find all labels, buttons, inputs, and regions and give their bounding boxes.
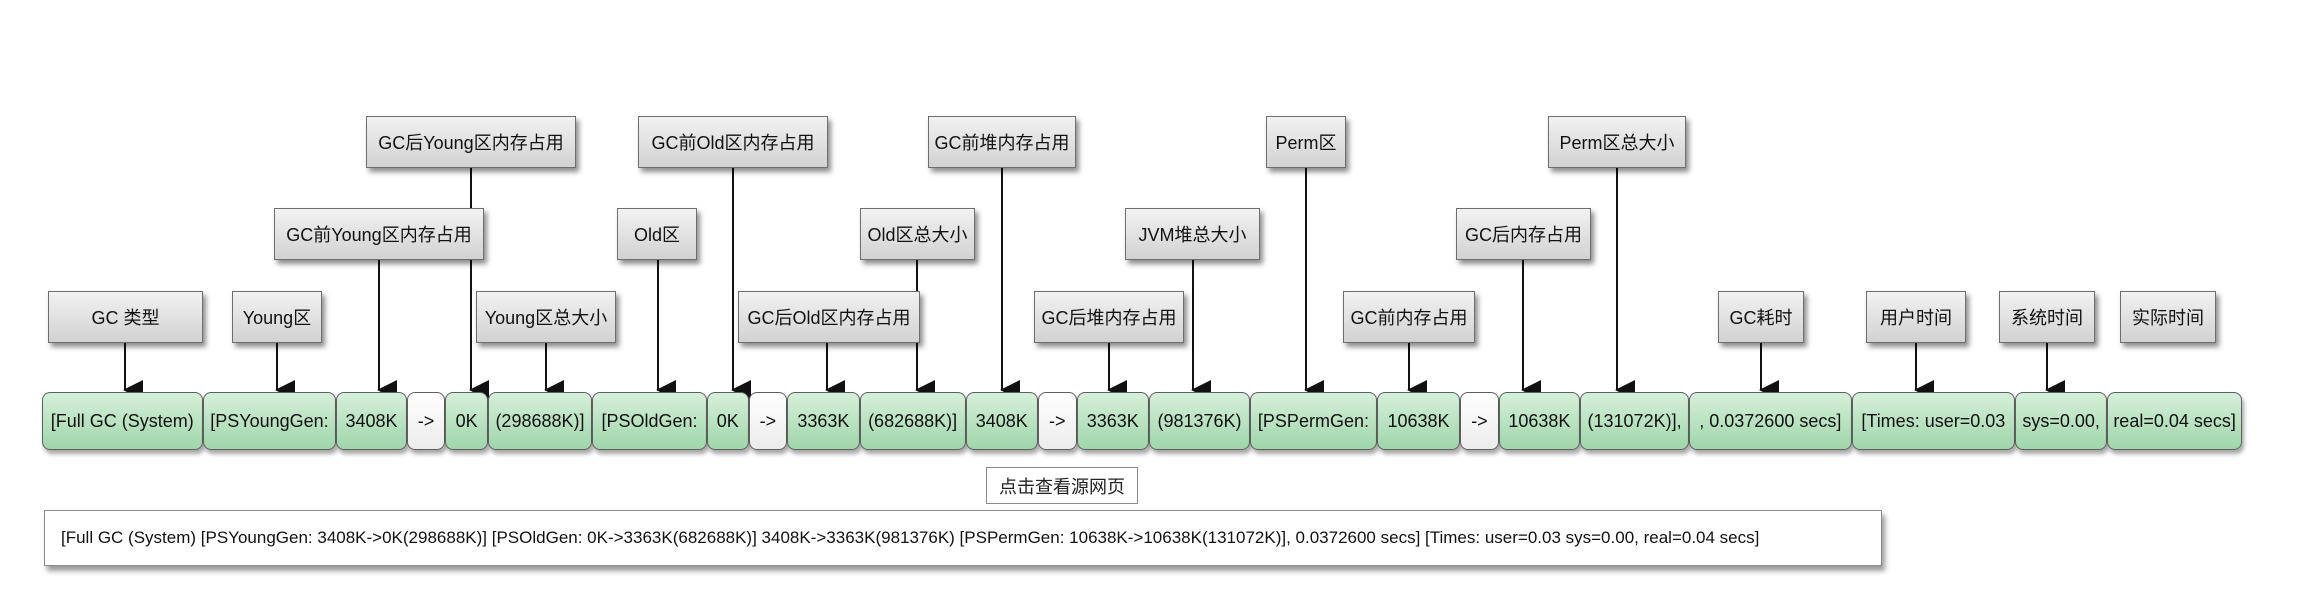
- segment-old-total: (682688K)]: [859, 392, 966, 450]
- label-jvm-heap-total: JVM堆总大小: [1125, 208, 1260, 260]
- label-old-total: Old区总大小: [860, 208, 975, 260]
- label-old-before: GC前Old区内存占用: [638, 116, 828, 168]
- segment-pspermgen: [PSPermGen:: [1250, 392, 1377, 450]
- label-perm-total: Perm区总大小: [1548, 116, 1686, 168]
- label-sys-time: 系统时间: [1999, 291, 2095, 343]
- segment-psoldgen: [PSOldGen:: [592, 392, 707, 450]
- label-old-zone: Old区: [617, 208, 697, 260]
- label-gc-type: GC 类型: [48, 291, 203, 343]
- segment-perm-before: 10638K: [1376, 392, 1461, 450]
- segment-perm-total: (131072K)],: [1580, 392, 1690, 450]
- label-young-total: Young区总大小: [476, 291, 616, 343]
- segment-heap-before: 3408K: [965, 392, 1038, 450]
- segment-old-before: 0K: [706, 392, 749, 450]
- segment-arrow: ->: [1037, 392, 1077, 450]
- segment-perm-after: 10638K: [1498, 392, 1581, 450]
- segment-psyounggen: [PSYoungGen:: [202, 392, 337, 450]
- label-real-time: 实际时间: [2120, 291, 2216, 343]
- full-log-line: [Full GC (System) [PSYoungGen: 3408K->0K…: [44, 510, 1882, 566]
- segment-gc-time: , 0.0372600 secs]: [1689, 392, 1852, 450]
- label-perm-zone: Perm区: [1266, 116, 1346, 168]
- segment-arrow: ->: [406, 392, 446, 450]
- segment-user-time: [Times: user=0.03: [1851, 392, 2016, 450]
- label-young-after: GC后Young区内存占用: [366, 116, 576, 168]
- segment-young-total: (298688K)]: [487, 392, 592, 450]
- label-heap-after: GC后堆内存占用: [1034, 291, 1184, 343]
- label-young-zone: Young区: [232, 291, 322, 343]
- segment-young-after: 0K: [445, 392, 488, 450]
- label-gc-time: GC耗时: [1718, 291, 1804, 343]
- segment-arrow: ->: [748, 392, 788, 450]
- segment-full-gc: [Full GC (System): [42, 392, 203, 450]
- segment-real-time: real=0.04 secs]: [2107, 392, 2242, 450]
- segment-young-before: 3408K: [336, 392, 407, 450]
- segment-old-after: 3363K: [787, 392, 860, 450]
- label-perm-after: GC后内存占用: [1456, 208, 1591, 260]
- label-old-after: GC后Old区内存占用: [738, 291, 920, 343]
- segment-heap-total: (981376K): [1148, 392, 1251, 450]
- segment-heap-after: 3363K: [1076, 392, 1149, 450]
- segment-sys-time: sys=0.00,: [2015, 392, 2108, 450]
- view-source-link[interactable]: 点击查看源网页: [986, 467, 1138, 504]
- gc-log-segments: [Full GC (System) [PSYoungGen: 3408K -> …: [42, 392, 2242, 450]
- label-perm-before: GC前内存占用: [1343, 291, 1475, 343]
- label-user-time: 用户时间: [1866, 291, 1966, 343]
- label-young-before: GC前Young区内存占用: [274, 208, 484, 260]
- label-heap-before: GC前堆内存占用: [928, 116, 1076, 168]
- segment-arrow: ->: [1460, 392, 1499, 450]
